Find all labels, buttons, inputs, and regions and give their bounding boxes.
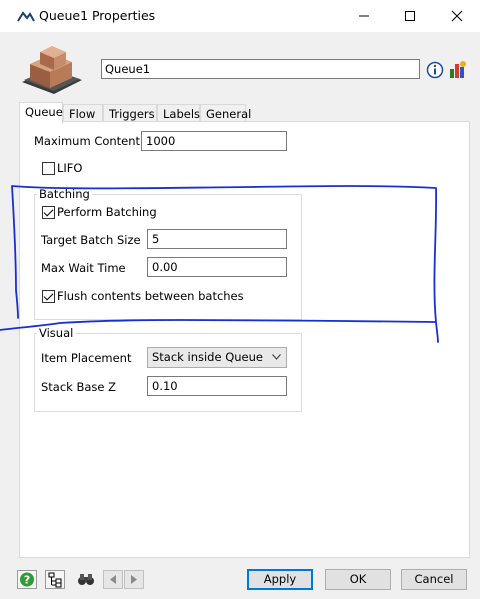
apply-button[interactable]: Apply — [247, 569, 313, 590]
max-content-input[interactable] — [141, 131, 287, 151]
item-placement-dropdown[interactable]: Stack inside Queue — [147, 347, 287, 368]
max-wait-time-input[interactable] — [147, 257, 287, 277]
batching-group: Batching Perform Batching Target Batch S… — [34, 187, 302, 320]
item-placement-label: Item Placement — [41, 351, 132, 365]
flush-contents-checkbox[interactable] — [42, 290, 55, 303]
target-batch-size-label: Target Batch Size — [41, 233, 141, 247]
minimize-icon — [359, 15, 369, 17]
help-icon[interactable]: ? — [17, 570, 37, 589]
footer-bar: ? Apply OK Cancel — [0, 560, 480, 599]
info-icon[interactable] — [426, 61, 444, 79]
max-wait-time-label: Max Wait Time — [41, 261, 126, 275]
next-arrow-icon[interactable] — [124, 570, 144, 589]
close-icon — [451, 10, 463, 22]
minimize-button[interactable] — [341, 0, 387, 32]
window-title: Queue1 Properties — [39, 8, 156, 23]
maximize-icon — [405, 11, 415, 21]
flush-contents-label: Flush contents between batches — [57, 289, 244, 303]
flexsim-icon — [17, 11, 35, 22]
lifo-label: LIFO — [57, 161, 83, 175]
maximize-button[interactable] — [387, 0, 433, 32]
cancel-button[interactable]: Cancel — [401, 569, 467, 590]
visual-title: Visual — [37, 326, 76, 340]
stack-base-z-input[interactable] — [147, 376, 287, 396]
tree-view-icon[interactable] — [45, 570, 65, 589]
perform-batching-label: Perform Batching — [57, 205, 157, 219]
svg-text:?: ? — [24, 574, 30, 587]
item-placement-value: Stack inside Queue — [152, 350, 263, 364]
max-content-label: Maximum Content — [34, 134, 141, 148]
title-bar[interactable]: Queue1 Properties — [0, 0, 480, 32]
binoculars-icon[interactable] — [76, 570, 96, 589]
perform-batching-checkbox[interactable] — [42, 206, 55, 219]
chevron-down-icon — [272, 354, 281, 360]
header-area — [0, 32, 480, 102]
queue-tab-panel: Maximum Content LIFO Batching Perform Ba… — [19, 121, 470, 558]
queue-box-icon — [22, 46, 82, 94]
visual-group: Visual Item Placement Stack inside Queue… — [34, 326, 302, 412]
stack-base-z-label: Stack Base Z — [41, 380, 117, 394]
batching-title: Batching — [37, 187, 92, 201]
prev-arrow-icon[interactable] — [103, 570, 123, 589]
ok-button[interactable]: OK — [325, 569, 391, 590]
tab-queue[interactable]: Queue — [19, 102, 63, 124]
lifo-checkbox[interactable] — [42, 162, 55, 175]
object-name-input[interactable] — [101, 59, 420, 79]
close-button[interactable] — [434, 0, 480, 32]
chart-icon[interactable] — [449, 60, 467, 79]
target-batch-size-input[interactable] — [147, 229, 287, 249]
